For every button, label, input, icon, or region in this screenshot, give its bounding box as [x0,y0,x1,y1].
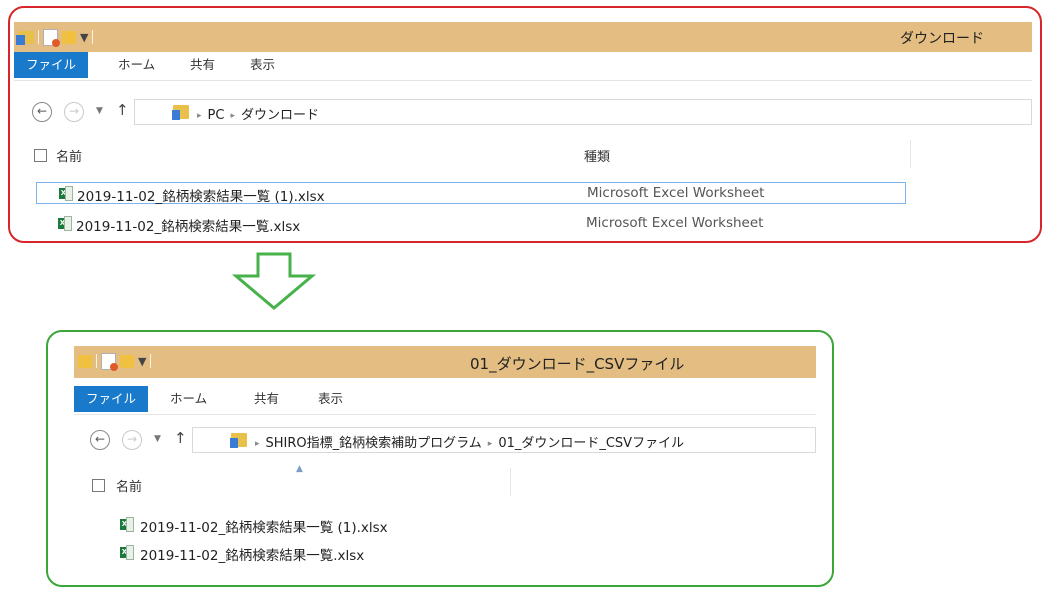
highlight-frame-red [8,6,1042,243]
down-arrow-icon [232,252,316,310]
highlight-frame-green [46,330,834,587]
